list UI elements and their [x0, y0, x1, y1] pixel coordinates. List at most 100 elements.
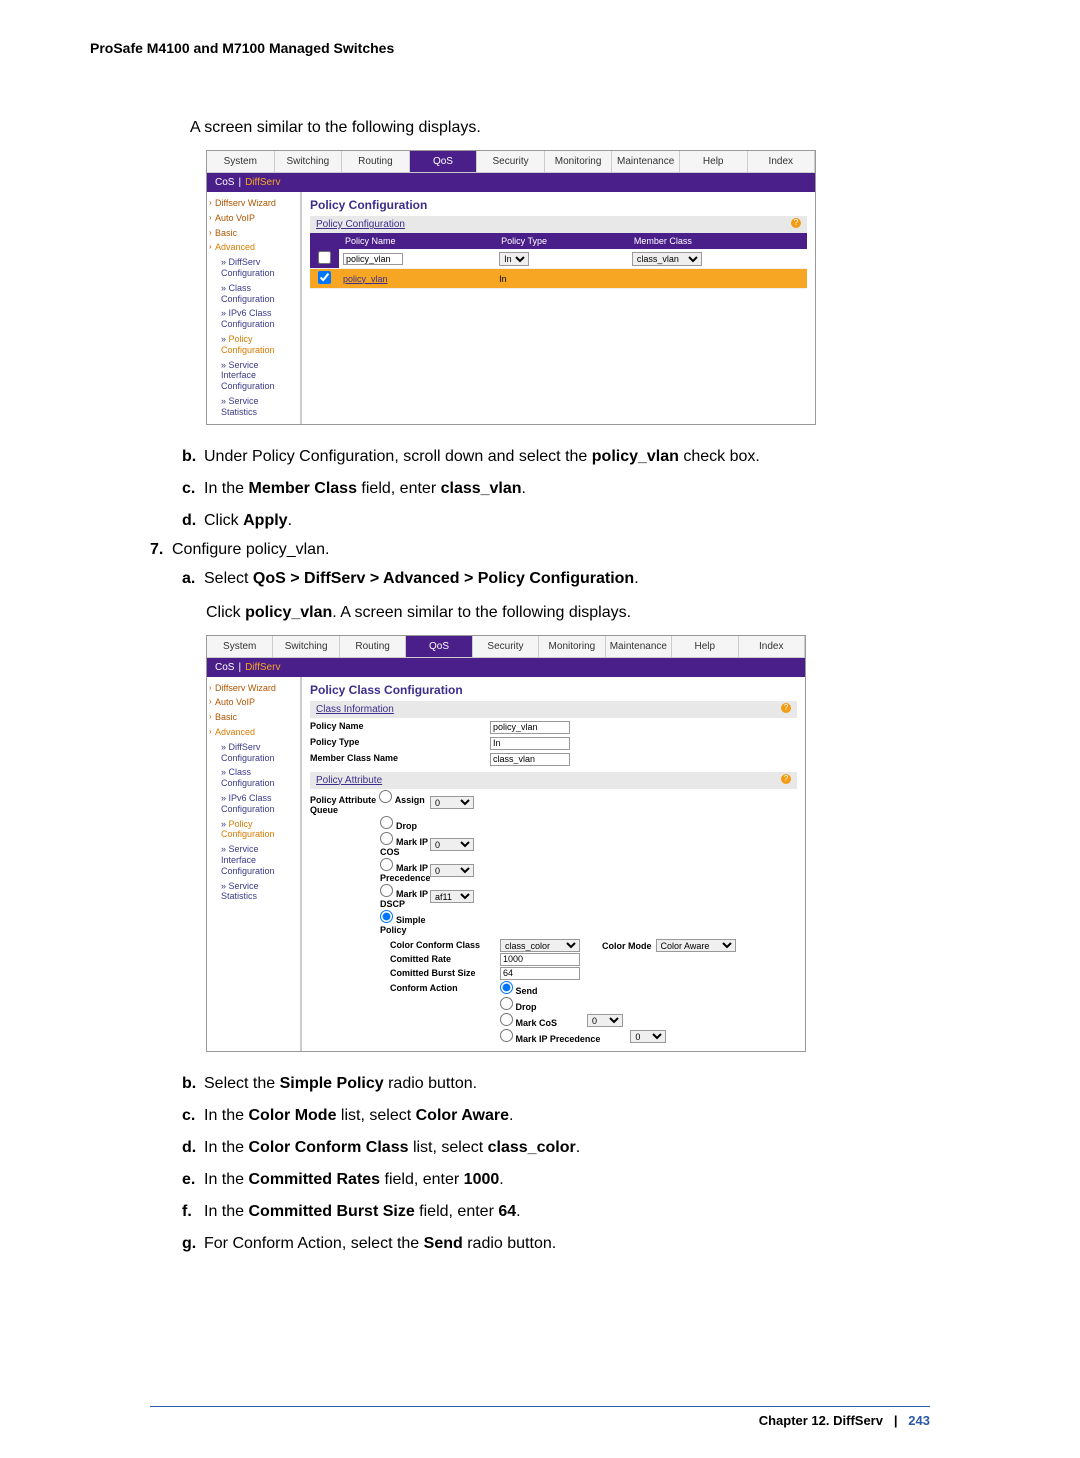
info-label: Member Class Name — [310, 753, 490, 766]
conform-option: Send — [513, 986, 538, 996]
subnav-item[interactable]: CoS — [215, 177, 234, 188]
sidebar: ›Diffserv Wizard›Auto VoIP›Basic›Advance… — [207, 192, 302, 424]
sidebar-item[interactable]: » DiffServ Configuration — [209, 255, 298, 281]
help-icon[interactable]: ? — [781, 703, 791, 713]
sidebar-item[interactable]: » Service Statistics — [209, 394, 298, 420]
step: b.Select the Simple Policy radio button. — [182, 1072, 990, 1096]
sidebar-item[interactable]: » IPv6 Class Configuration — [209, 306, 298, 332]
attr-radio[interactable] — [379, 790, 392, 803]
policy-type-cell: In — [495, 269, 628, 289]
footer-page: 243 — [908, 1413, 930, 1428]
sidebar-item[interactable]: » Class Configuration — [209, 281, 298, 307]
info-label: Policy Type — [310, 737, 490, 750]
subnav-item[interactable]: DiffServ — [245, 662, 280, 673]
tab-routing[interactable]: Routing — [340, 636, 406, 657]
conform-select[interactable]: 0 — [630, 1030, 666, 1043]
conform-radio[interactable] — [500, 1013, 513, 1026]
tab-routing[interactable]: Routing — [342, 151, 410, 172]
committed-rate-input[interactable] — [500, 953, 580, 966]
tab-index[interactable]: Index — [739, 636, 805, 657]
policy-name-input[interactable] — [343, 253, 403, 265]
step: b.Under Policy Configuration, scroll dow… — [182, 445, 990, 469]
section-bar: Policy Configuration ? — [310, 216, 807, 233]
info-input[interactable] — [490, 753, 570, 766]
tab-security[interactable]: Security — [477, 151, 545, 172]
subnav-item[interactable]: DiffServ — [245, 177, 280, 188]
sidebar-item[interactable]: ›Advanced — [209, 725, 298, 740]
member-class-select[interactable]: class_vlan — [632, 252, 702, 266]
tab-help[interactable]: Help — [680, 151, 748, 172]
conform-radio[interactable] — [500, 1029, 513, 1042]
table-row[interactable]: policy_vlan In — [310, 269, 807, 289]
sidebar-item[interactable]: ›Diffserv Wizard — [209, 681, 298, 696]
tab-switching[interactable]: Switching — [273, 636, 339, 657]
policy-link[interactable]: policy_vlan — [343, 274, 388, 284]
info-input[interactable] — [490, 737, 570, 750]
subnav-item[interactable]: CoS — [215, 662, 234, 673]
conform-select[interactable]: 0 — [587, 1014, 623, 1027]
main-tabs: SystemSwitchingRoutingQoSSecurityMonitor… — [207, 636, 805, 658]
tab-switching[interactable]: Switching — [275, 151, 343, 172]
tab-qos[interactable]: QoS — [410, 151, 478, 172]
color-conform-select[interactable]: class_color — [500, 939, 580, 952]
tab-qos[interactable]: QoS — [406, 636, 472, 657]
conform-radio[interactable] — [500, 997, 513, 1010]
attr-select[interactable]: 0 — [430, 864, 474, 877]
policy-type-select[interactable]: In — [499, 252, 529, 266]
step: c.In the Member Class field, enter class… — [182, 477, 990, 501]
col-header: Member Class — [628, 233, 807, 249]
step-7: 7.Configure policy_vlan. — [150, 541, 990, 559]
tab-index[interactable]: Index — [748, 151, 816, 172]
sidebar-item[interactable]: » Policy Configuration — [209, 332, 298, 358]
attr-row: Policy Attribute Assign Queue0 — [310, 790, 797, 815]
attr-select[interactable]: 0 — [430, 796, 474, 809]
conform-radio[interactable] — [500, 981, 513, 994]
tab-system[interactable]: System — [207, 151, 275, 172]
attr-select[interactable]: af11 — [430, 890, 474, 903]
sidebar-item[interactable]: ›Auto VoIP — [209, 695, 298, 710]
help-icon[interactable]: ? — [791, 218, 801, 228]
tab-monitoring[interactable]: Monitoring — [539, 636, 605, 657]
sidebar-item[interactable]: » Policy Configuration — [209, 817, 298, 843]
tab-system[interactable]: System — [207, 636, 273, 657]
attr-row: Mark IP DSCPaf11 — [310, 884, 797, 909]
info-row: Member Class Name — [310, 753, 797, 766]
tab-monitoring[interactable]: Monitoring — [545, 151, 613, 172]
attr-radio[interactable] — [380, 816, 393, 829]
attr-radio[interactable] — [380, 832, 393, 845]
step: c.In the Color Mode list, select Color A… — [182, 1104, 990, 1128]
row-checkbox[interactable] — [318, 271, 331, 284]
info-input[interactable] — [490, 721, 570, 734]
color-mode-select[interactable]: Color Aware — [656, 939, 736, 952]
main-pane: Policy Class Configuration Class Informa… — [302, 677, 805, 1051]
committed-burst-input[interactable] — [500, 967, 580, 980]
help-icon[interactable]: ? — [781, 774, 791, 784]
main-pane: Policy Configuration Policy Configuratio… — [302, 192, 815, 424]
sidebar-item[interactable]: ›Diffserv Wizard — [209, 196, 298, 211]
tab-maintenance[interactable]: Maintenance — [612, 151, 680, 172]
section-label: Policy Configuration — [316, 219, 405, 230]
attr-radio[interactable] — [380, 884, 393, 897]
sidebar-item[interactable]: ›Advanced — [209, 240, 298, 255]
sidebar-item[interactable]: » Class Configuration — [209, 765, 298, 791]
sidebar-item[interactable]: ›Auto VoIP — [209, 211, 298, 226]
subnav: CoS|DiffServ — [207, 658, 805, 677]
sidebar-item[interactable]: » IPv6 Class Configuration — [209, 791, 298, 817]
simple-row: Color Conform Classclass_colorColor Mode… — [360, 939, 797, 952]
tab-security[interactable]: Security — [473, 636, 539, 657]
sidebar-item[interactable]: » Service Interface Configuration — [209, 842, 298, 878]
attr-radio[interactable] — [380, 910, 393, 923]
screenshot-policy-config: SystemSwitchingRoutingQoSSecurityMonitor… — [206, 150, 816, 425]
sidebar-item[interactable]: » DiffServ Configuration — [209, 740, 298, 766]
attr-select[interactable]: 0 — [430, 838, 474, 851]
tab-help[interactable]: Help — [672, 636, 738, 657]
attr-radio[interactable] — [380, 858, 393, 871]
tab-maintenance[interactable]: Maintenance — [606, 636, 672, 657]
sidebar-item[interactable]: ›Basic — [209, 710, 298, 725]
col-header: Policy Type — [495, 233, 628, 249]
policy-table: Policy NamePolicy TypeMember Class In cl… — [310, 233, 807, 289]
sidebar-item[interactable]: » Service Statistics — [209, 879, 298, 905]
row-checkbox[interactable] — [318, 251, 331, 264]
sidebar-item[interactable]: ›Basic — [209, 226, 298, 241]
sidebar-item[interactable]: » Service Interface Configuration — [209, 358, 298, 394]
